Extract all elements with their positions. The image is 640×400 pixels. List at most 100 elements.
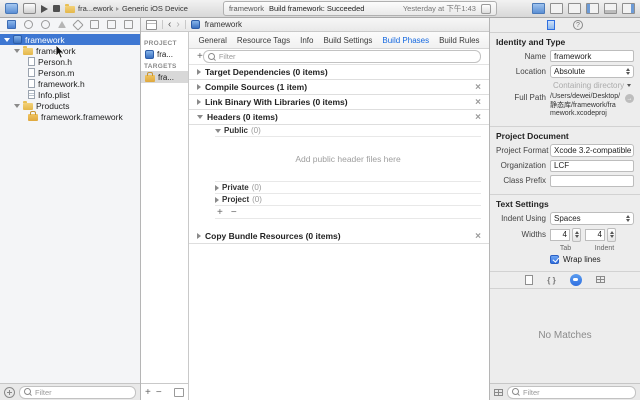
- organization-field[interactable]: LCF: [550, 159, 634, 172]
- debug-area-toggle-icon[interactable]: [604, 3, 617, 14]
- divider: [184, 20, 186, 29]
- back-button[interactable]: [168, 20, 171, 29]
- library-filter-input[interactable]: Filter: [507, 385, 636, 399]
- disclosure-triangle[interactable]: [4, 37, 10, 42]
- stop-button[interactable]: [53, 5, 60, 12]
- tree-item-info-plist[interactable]: Info.plist: [0, 89, 140, 100]
- build-phases-filter-input[interactable]: Filter: [202, 50, 481, 63]
- navigator-filter-input[interactable]: Filter: [19, 385, 136, 399]
- disclosure-triangle[interactable]: [197, 233, 201, 239]
- framework-icon: [28, 111, 38, 121]
- location-popup[interactable]: Absolute: [550, 65, 634, 78]
- overview-icon[interactable]: [23, 3, 36, 14]
- target-list-item[interactable]: fra...: [141, 71, 188, 83]
- inspector-toggle-icon[interactable]: [622, 3, 635, 14]
- remove-phase-icon[interactable]: [475, 97, 481, 108]
- name-field[interactable]: framework: [550, 50, 634, 62]
- indent-using-popup[interactable]: Spaces: [550, 211, 634, 225]
- remove-phase-icon[interactable]: [475, 82, 481, 93]
- tree-item-person-h[interactable]: Person.h: [0, 56, 140, 67]
- add-target-button[interactable]: [145, 387, 151, 398]
- tree-item-products[interactable]: Products: [0, 100, 140, 111]
- disclosure-triangle[interactable]: [215, 196, 219, 203]
- scheme-selector[interactable]: fra...ework Generic iOS Device: [65, 3, 188, 13]
- add-header-button[interactable]: [217, 207, 223, 218]
- tab-resource-tags[interactable]: Resource Tags: [237, 36, 290, 45]
- wrap-lines-checkbox[interactable]: [550, 254, 559, 264]
- project-format-row: Project Format Xcode 3.2-compatible: [496, 143, 634, 157]
- phase-link-binary[interactable]: Link Binary With Libraries (0 items): [189, 95, 489, 110]
- headers-project-group[interactable]: Project (0): [215, 194, 481, 206]
- phase-headers[interactable]: Headers (0 items): [189, 110, 489, 125]
- quick-help-icon[interactable]: [573, 20, 583, 30]
- tab-build-rules[interactable]: Build Rules: [439, 36, 479, 45]
- stepper-arrows-icon[interactable]: [607, 227, 616, 242]
- project-format-popup[interactable]: Xcode 3.2-compatible: [550, 143, 634, 157]
- standard-editor-icon[interactable]: [532, 3, 545, 14]
- disclosure-triangle[interactable]: [14, 48, 20, 53]
- tab-build-settings[interactable]: Build Settings: [323, 36, 372, 45]
- phase-compile-sources[interactable]: Compile Sources (1 item): [189, 80, 489, 95]
- file-inspector-icon[interactable]: [547, 20, 555, 30]
- version-editor-icon[interactable]: [568, 3, 581, 14]
- headers-private-group[interactable]: Private (0): [215, 182, 481, 194]
- public-headers-drop-area[interactable]: Add public header files here: [215, 137, 481, 182]
- test-navigator-icon[interactable]: [72, 18, 84, 31]
- run-button[interactable]: [41, 4, 48, 13]
- tab-width-stepper[interactable]: 4: [550, 227, 581, 242]
- navigator-filter-bar: Filter: [0, 383, 140, 400]
- remove-phase-icon[interactable]: [475, 231, 481, 242]
- tree-item-framework-h[interactable]: framework.h: [0, 78, 140, 89]
- tab-build-phases[interactable]: Build Phases: [382, 36, 429, 45]
- disclosure-triangle[interactable]: [197, 69, 201, 75]
- filter-targets-icon[interactable]: [174, 387, 184, 397]
- forward-button[interactable]: [176, 20, 179, 29]
- project-navigator-icon[interactable]: [7, 20, 16, 29]
- issue-navigator-icon[interactable]: [58, 21, 66, 28]
- report-navigator-icon[interactable]: [124, 20, 133, 29]
- disclosure-triangle[interactable]: [14, 103, 20, 108]
- breakpoint-navigator-icon[interactable]: [107, 20, 116, 29]
- stepper-arrows-icon[interactable]: [572, 227, 581, 242]
- related-items-icon[interactable]: [146, 19, 157, 30]
- disclosure-triangle[interactable]: [197, 84, 201, 90]
- tree-item-group-framework[interactable]: framework: [0, 45, 140, 56]
- assistant-editor-icon[interactable]: [550, 3, 563, 14]
- tree-item-person-m[interactable]: Person.m: [0, 67, 140, 78]
- issues-icon[interactable]: [480, 3, 491, 14]
- remove-phase-icon[interactable]: [475, 112, 481, 123]
- remove-header-button[interactable]: [231, 207, 237, 218]
- disclosure-triangle[interactable]: [215, 184, 219, 191]
- symbol-navigator-icon[interactable]: [24, 20, 33, 29]
- media-library-icon[interactable]: [595, 276, 605, 283]
- disclosure-triangle[interactable]: [197, 115, 203, 119]
- object-library-icon[interactable]: [569, 273, 582, 286]
- tab-general[interactable]: General: [198, 36, 226, 45]
- project-list-item[interactable]: fra...: [141, 48, 188, 60]
- navigator-toggle-icon[interactable]: [586, 3, 599, 14]
- indent-width-stepper[interactable]: 4: [585, 227, 616, 242]
- tab-info[interactable]: Info: [300, 36, 313, 45]
- add-file-button[interactable]: [4, 386, 15, 398]
- tree-item-framework-product[interactable]: framework.framework: [0, 111, 140, 122]
- remove-target-button[interactable]: [156, 387, 162, 398]
- debug-navigator-icon[interactable]: [90, 20, 99, 29]
- containing-directory-popup[interactable]: Containing directory: [550, 81, 634, 90]
- class-prefix-field[interactable]: [550, 174, 634, 187]
- file-template-library-icon[interactable]: [525, 274, 534, 285]
- add-build-phase-button[interactable]: [197, 51, 203, 62]
- tree-item-project[interactable]: framework: [0, 34, 140, 45]
- disclosure-triangle[interactable]: [197, 99, 201, 105]
- disclosure-triangle[interactable]: [215, 128, 221, 133]
- widths-label: Widths: [521, 230, 546, 239]
- headers-public-group[interactable]: Public (0): [215, 125, 481, 137]
- code-snippet-library-icon[interactable]: [547, 275, 555, 285]
- full-path-label: Full Path: [514, 93, 546, 102]
- grid-view-toggle-icon[interactable]: [494, 388, 503, 396]
- phase-copy-bundle-resources[interactable]: Copy Bundle Resources (0 items): [189, 229, 489, 244]
- jumpbar-crumb[interactable]: framework: [205, 20, 242, 29]
- phase-target-dependencies[interactable]: Target Dependencies (0 items): [189, 65, 489, 80]
- window-tab-icon[interactable]: [5, 3, 18, 14]
- reveal-in-finder-icon[interactable]: [625, 94, 634, 103]
- find-navigator-icon[interactable]: [41, 20, 50, 29]
